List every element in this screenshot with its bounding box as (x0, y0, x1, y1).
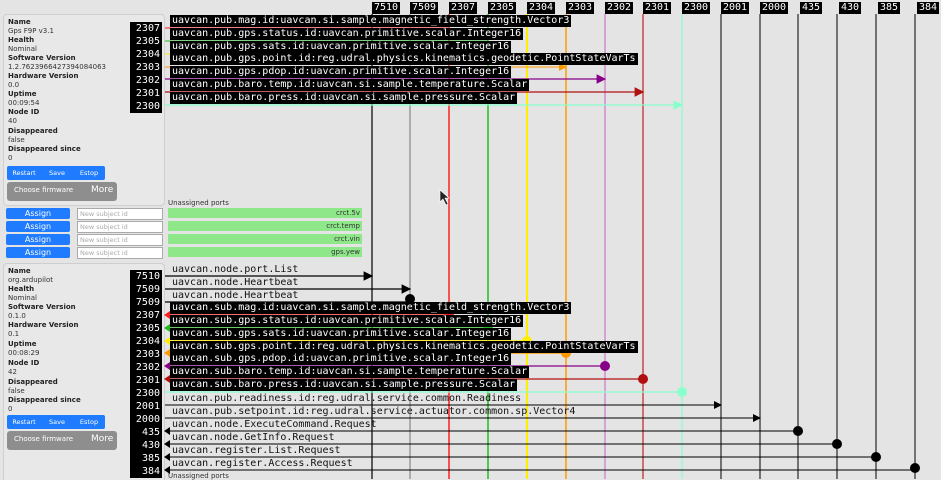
topic-label[interactable]: uavcan.sub.gps.point.id:reg.udral.physic… (170, 341, 638, 353)
topic-label[interactable]: uavcan.register.Access.Request (172, 458, 353, 470)
header-port-label: 435 (800, 2, 823, 14)
topic-label[interactable]: uavcan.sub.gps.status.id:uavcan.primitiv… (170, 315, 524, 327)
header-port-label: 384 (917, 2, 940, 14)
topic-label[interactable]: uavcan.node.ExecuteCommand.Request (172, 419, 377, 431)
topic-label[interactable]: uavcan.node.Heartbeat (172, 290, 298, 302)
header-port-label: 7510 (372, 2, 401, 14)
topic-label[interactable]: uavcan.pub.gps.status.id:uavcan.primitiv… (170, 28, 524, 40)
incoming-marker (164, 440, 170, 448)
topic-label[interactable]: uavcan.node.GetInfo.Request (172, 432, 335, 444)
topic-label[interactable]: uavcan.pub.setpoint.id:reg.udral.service… (172, 406, 575, 418)
incoming-marker (164, 453, 170, 461)
topic-label[interactable]: uavcan.pub.gps.sats.id:uavcan.primitive.… (170, 41, 512, 53)
header-port-label: 2302 (605, 2, 634, 14)
topic-label[interactable]: uavcan.node.port.List (172, 264, 298, 276)
topic-label[interactable]: uavcan.pub.gps.pdop.id:uavcan.primitive.… (170, 66, 512, 78)
topic-label[interactable]: uavcan.sub.mag.id:uavcan.si.sample.magne… (170, 302, 572, 314)
topic-label[interactable]: uavcan.sub.baro.temp.id:uavcan.si.sample… (170, 366, 530, 378)
header-port-label: 2301 (643, 2, 672, 14)
sub-dot-2300 (677, 387, 687, 397)
client-dot-435 (793, 426, 803, 436)
topic-label[interactable]: uavcan.sub.baro.press.id:uavcan.si.sampl… (170, 379, 518, 391)
mouse-cursor-icon (439, 189, 450, 206)
client-dot-384 (910, 463, 920, 473)
topic-label[interactable]: uavcan.node.Heartbeat (172, 277, 298, 289)
topic-label[interactable]: uavcan.pub.baro.press.id:uavcan.si.sampl… (170, 92, 518, 104)
topic-label[interactable]: uavcan.sub.gps.sats.id:uavcan.primitive.… (170, 328, 512, 340)
topic-label[interactable]: uavcan.pub.gps.point.id:reg.udral.physic… (170, 53, 638, 65)
header-port-label: 2000 (760, 2, 789, 14)
client-dot-385 (871, 452, 881, 462)
sub-dot-2301 (638, 374, 648, 384)
header-port-label: 430 (839, 2, 862, 14)
topic-label[interactable]: uavcan.pub.baro.temp.id:uavcan.si.sample… (170, 79, 530, 91)
client-dot-430 (832, 439, 842, 449)
header-port-label: 385 (878, 2, 901, 14)
header-port-label: 7509 (410, 2, 439, 14)
header-port-label: 2307 (449, 2, 478, 14)
incoming-marker (164, 427, 170, 435)
topic-label[interactable]: uavcan.pub.mag.id:uavcan.si.sample.magne… (170, 15, 572, 27)
header-port-label: 2303 (566, 2, 595, 14)
header-port-label: 2305 (488, 2, 517, 14)
topic-label[interactable]: uavcan.sub.gps.pdop.id:uavcan.primitive.… (170, 353, 512, 365)
sub-dot-2302 (600, 361, 610, 371)
topic-label[interactable]: uavcan.pub.readiness.id:reg.udral.servic… (172, 393, 521, 405)
header-port-label: 2304 (527, 2, 556, 14)
topic-label[interactable]: uavcan.register.List.Request (172, 445, 341, 457)
header-port-label: 2001 (721, 2, 750, 14)
header-port-label: 2300 (682, 2, 711, 14)
